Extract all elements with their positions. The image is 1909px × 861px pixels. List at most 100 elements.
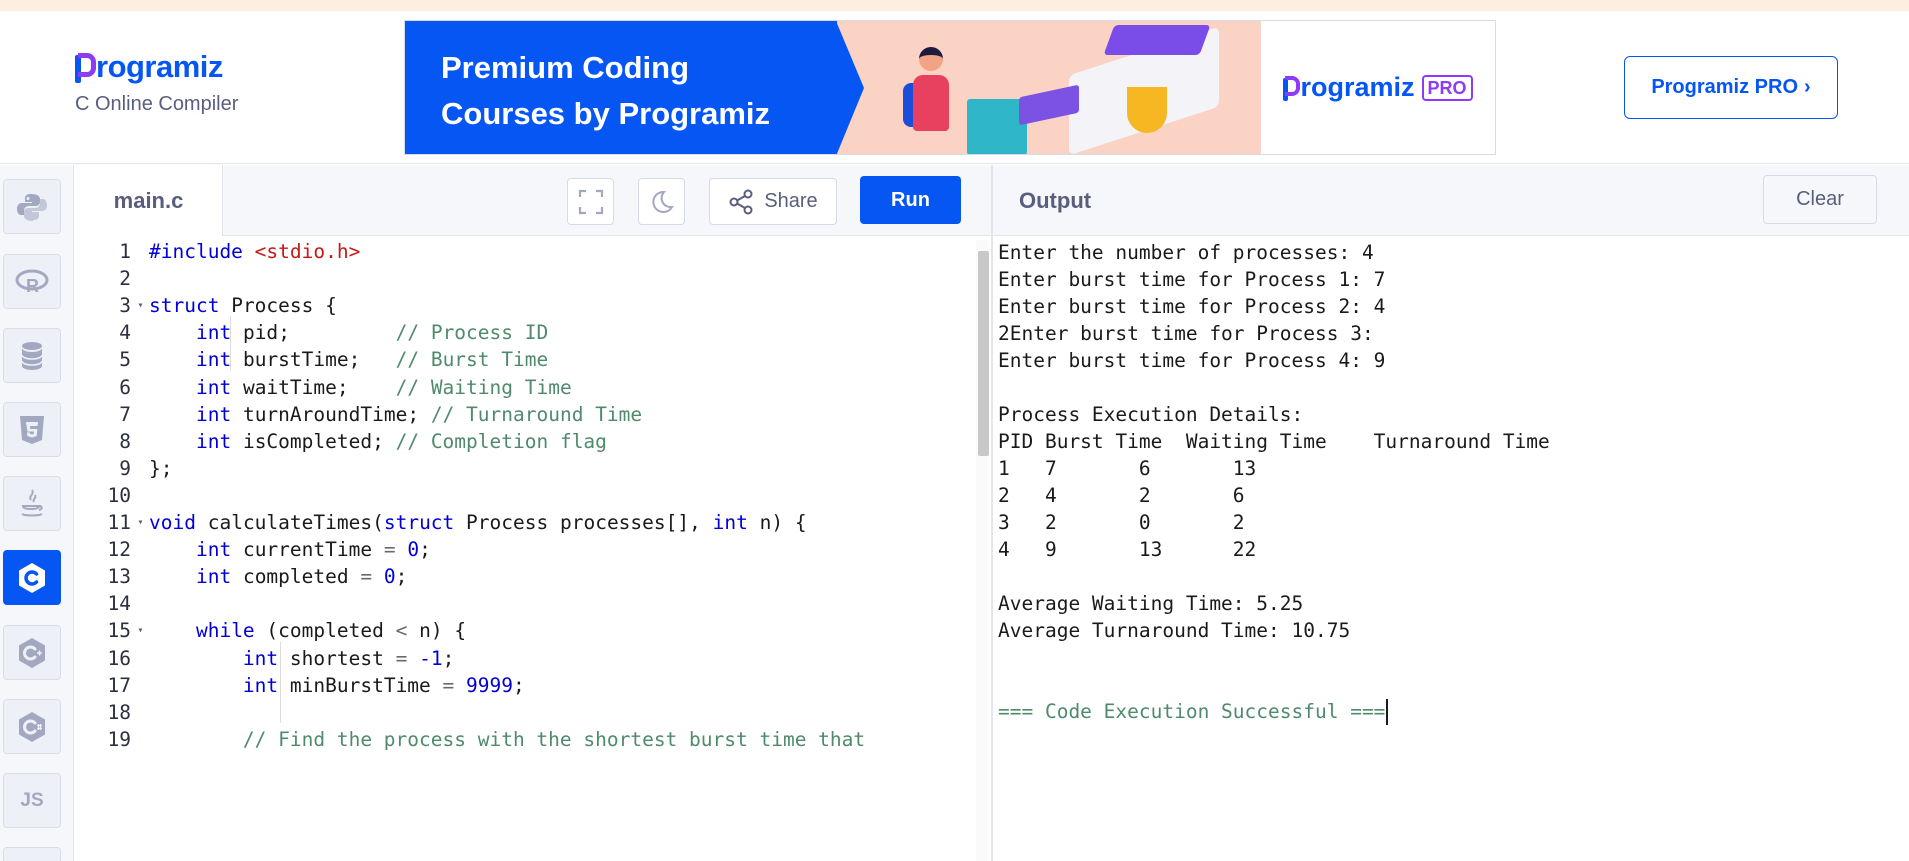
code-token: ( [372, 511, 384, 534]
code-keyword: while [195, 619, 255, 643]
code-identifier: n [419, 619, 431, 643]
csharp-icon[interactable] [3, 699, 61, 754]
output-header: Output Clear [993, 165, 1909, 236]
fullscreen-icon [578, 189, 603, 214]
fold-arrow-icon[interactable]: ▾ [132, 300, 149, 311]
code-number: 0 [407, 538, 420, 562]
code-comment: // Waiting Time [395, 375, 572, 399]
line-number: 2 [119, 267, 131, 291]
html5-icon[interactable] [3, 402, 61, 457]
code-token: , [689, 511, 701, 534]
code-identifier: isCompleted [242, 429, 373, 453]
brand[interactable]: rogramiz C Online Compiler [75, 49, 238, 116]
editor-scrollbar-thumb[interactable] [978, 251, 989, 456]
line-number: 4 [119, 321, 131, 345]
execution-status-line: === Code Execution Successful === [998, 695, 1389, 728]
line-number: 7 [119, 402, 131, 426]
svg-text:R: R [26, 276, 39, 296]
code-token: ; [372, 429, 384, 453]
top-header: rogramiz C Online Compiler Premium Codin… [0, 11, 1909, 164]
ad-banner[interactable]: Premium Coding Courses by Programiz rogr… [404, 20, 1496, 155]
pro-button-label: Programiz PRO [1651, 76, 1799, 98]
code-identifier: completed [278, 619, 384, 643]
fold-arrow-icon[interactable]: ▾ [132, 517, 149, 528]
code-text: int turnAroundTime; // Turnaround Time [149, 403, 642, 426]
cpp-icon[interactable] [3, 625, 61, 680]
clear-button[interactable]: Clear [1763, 175, 1877, 224]
code-text: int isCompleted; // Completion flag [149, 430, 607, 453]
share-button[interactable]: Share [709, 178, 837, 225]
code-token: { [454, 619, 467, 643]
programiz-pro-button[interactable]: Programiz PRO › [1624, 56, 1838, 119]
output-console[interactable]: Enter the number of processes: 4 Enter bu… [993, 236, 1909, 861]
code-token: ; [278, 321, 290, 345]
output-line-text: Enter burst time for Process 2: 4 [998, 295, 1386, 318]
line-number: 10 [107, 483, 131, 507]
output-title: Output [1019, 187, 1092, 213]
logo-text: rogramiz [96, 49, 223, 84]
code-identifier: shortest [289, 646, 384, 670]
code-token: ) [430, 619, 443, 643]
code-text: int waitTime; // Waiting Time [149, 376, 572, 399]
fullscreen-button[interactable] [567, 178, 614, 225]
code-editor[interactable]: 1 #include <stdio.h> 2 3 ▾ struct Process {4 … [75, 236, 992, 861]
java-icon[interactable] [3, 476, 61, 531]
code-operator: = [442, 673, 455, 697]
code-identifier: Process [231, 294, 314, 318]
code-token: ; [407, 402, 420, 426]
code-keyword: int [195, 565, 232, 589]
code-comment: // Burst Time [395, 348, 549, 372]
run-button[interactable]: Run [860, 176, 961, 224]
code-keyword: struct [383, 511, 455, 534]
database-icon[interactable] [3, 328, 61, 383]
student-body [913, 75, 949, 131]
ad-logo-text: rogramiz [1300, 72, 1415, 102]
python-icon[interactable] [3, 179, 61, 234]
c-icon[interactable] [3, 550, 61, 605]
ad-programiz-pro-logo: rogramiz PRO [1283, 72, 1473, 103]
theme-toggle-button[interactable] [638, 178, 685, 225]
code-comment: // Turnaround Time [430, 402, 643, 426]
r-icon[interactable]: R [3, 254, 61, 309]
code-token: ) [771, 511, 784, 534]
code-identifier: completed [242, 565, 349, 589]
code-identifier: Process [466, 511, 549, 534]
code-identifier: currentTime [242, 538, 373, 562]
file-tab-main-c[interactable]: main.c [75, 165, 223, 236]
graduation-cap-icon [1103, 25, 1211, 55]
fold-arrow-icon[interactable]: ▾ [132, 625, 149, 636]
indent-guide [280, 641, 281, 723]
js-icon[interactable]: JS [3, 773, 61, 828]
programiz-logo[interactable]: rogramiz [75, 49, 238, 85]
code-token: ] [677, 511, 690, 534]
code-line[interactable]: 19 // Find the process with the shortest… [75, 723, 975, 756]
output-line-text: 4 9 13 22 [998, 538, 1257, 561]
output-line-text: 3 2 0 2 [998, 511, 1245, 534]
code-keyword: struct [149, 294, 220, 318]
code-identifier: turnAroundTime [242, 402, 408, 426]
code-token: ; [336, 375, 349, 399]
code-operator: = [383, 538, 396, 562]
output-line-text: 2 4 2 6 [998, 484, 1245, 507]
books-icon [967, 99, 1027, 154]
more-languages-icon[interactable] [3, 847, 61, 861]
